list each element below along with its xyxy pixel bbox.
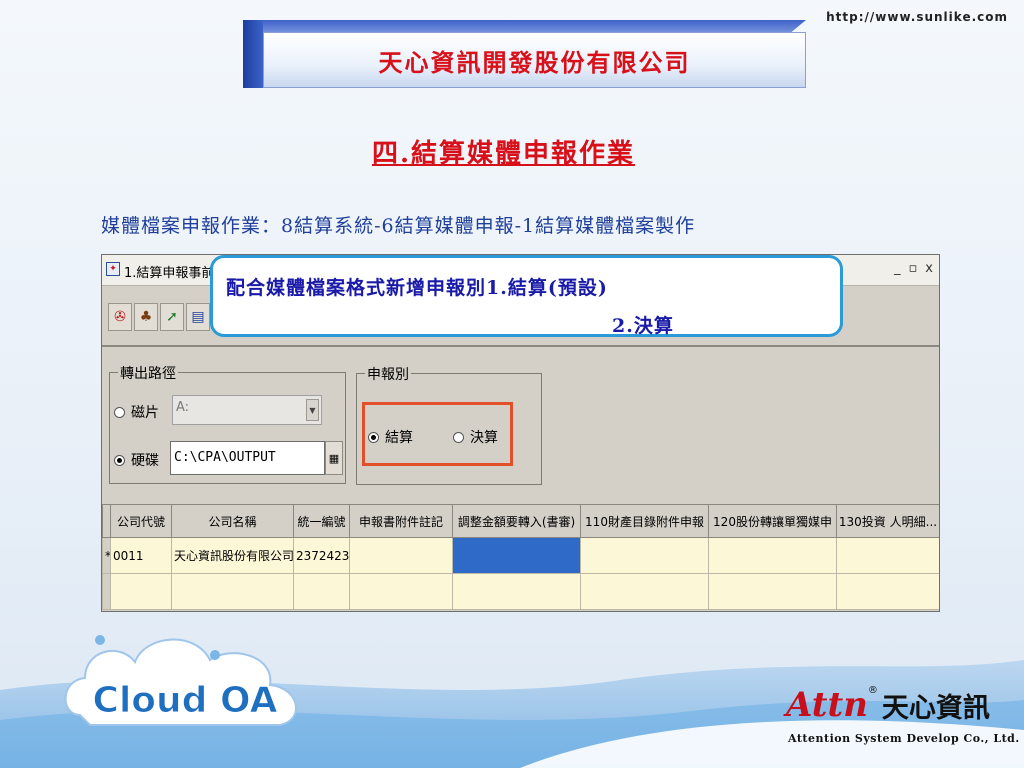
report-type-highlight — [362, 402, 513, 466]
satellite-icon — [95, 635, 105, 645]
website-url: http://www.sunlike.com — [826, 10, 1008, 24]
minimize-icon[interactable]: _ — [894, 261, 901, 276]
disk-drive-select[interactable]: A: ▼ — [172, 395, 322, 425]
attn-logo: Attn — [786, 685, 868, 725]
table-cell[interactable] — [349, 537, 453, 574]
logo-text: Cloud OA — [93, 680, 278, 721]
report-type-label: 申報別 — [365, 364, 411, 384]
column-header[interactable]: 公司名稱 — [171, 504, 294, 538]
app-icon: ✦ — [106, 262, 120, 276]
hard-disk-radio[interactable] — [114, 454, 125, 466]
exit-icon[interactable]: ✇ — [108, 303, 132, 331]
run-icon[interactable]: ➚ — [160, 303, 184, 331]
company-banner: 天心資訊開發股份有限公司 — [243, 20, 806, 88]
company-name: 天心資訊開發股份有限公司 — [378, 47, 691, 77]
table-row[interactable]: * 0011 天心資訊股份有限公司 23724230 — [102, 537, 939, 574]
export-path-label: 轉出路徑 — [118, 363, 178, 383]
column-header[interactable]: 統一編號 — [293, 504, 350, 538]
tree-icon[interactable]: ♣ — [134, 303, 158, 331]
column-header[interactable]: 120股份轉讓單獨媒申 — [708, 504, 837, 538]
column-header[interactable]: 申報書附件註記 — [349, 504, 453, 538]
chevron-down-icon[interactable]: ▼ — [306, 399, 319, 421]
table-row[interactable] — [102, 573, 939, 610]
table-cell[interactable] — [836, 573, 939, 610]
maximize-icon[interactable]: ▫ — [908, 261, 917, 276]
row-marker — [102, 573, 111, 610]
hard-disk-option[interactable]: 硬碟 — [114, 450, 159, 470]
brand-name: 天心資訊 — [881, 692, 990, 724]
browse-folder-icon[interactable]: ▦ — [325, 441, 343, 475]
brand-english-name: Attention System Develop Co., Ltd. — [788, 732, 1020, 745]
menu-path: 媒體檔案申報作業：8結算系統-6結算媒體申報-1結算媒體檔案製作 — [101, 215, 696, 237]
tax-id-cell[interactable]: 23724230 — [293, 537, 350, 574]
company-brand: Attn ® 天心資訊 — [786, 685, 990, 725]
antenna-icon — [210, 650, 220, 660]
table-header-row: 公司代號 公司名稱 統一編號 申報書附件註記 調整金額要轉入(書審) 110財產… — [102, 504, 939, 538]
table-cell[interactable] — [708, 537, 837, 574]
table-cell[interactable] — [452, 573, 581, 610]
disk-option[interactable]: 磁片 — [114, 402, 159, 422]
row-marker: * — [102, 537, 111, 574]
table-cell[interactable] — [580, 537, 709, 574]
table-cell[interactable] — [708, 573, 837, 610]
disk-radio[interactable] — [114, 406, 125, 418]
table-cell[interactable] — [171, 573, 294, 610]
table-cell[interactable] — [836, 537, 939, 574]
company-table: 公司代號 公司名稱 統一編號 申報書附件註記 調整金額要轉入(書審) 110財產… — [102, 504, 939, 610]
selected-cell[interactable] — [452, 537, 581, 574]
section-title: 四.結算媒體申報作業 — [372, 139, 636, 169]
registered-icon: ® — [867, 685, 878, 696]
table-cell[interactable] — [293, 573, 350, 610]
table-cell[interactable] — [349, 573, 453, 610]
output-path-input[interactable]: C:\CPA\OUTPUT — [170, 441, 325, 475]
column-header[interactable]: 130投資 人明細... — [836, 504, 939, 538]
column-header[interactable]: 調整金額要轉入(書審) — [452, 504, 581, 538]
column-header[interactable]: 公司代號 — [110, 504, 172, 538]
cloud-oa-logo: Cloud OA — [64, 635, 297, 726]
callout-text-line2: 2.決算 — [612, 315, 674, 337]
printer-icon[interactable]: ▤ — [186, 303, 210, 331]
company-code-cell[interactable]: 0011 — [110, 537, 172, 574]
close-icon[interactable]: x — [925, 261, 933, 276]
callout-text-line1: 配合媒體檔案格式新增申報別1.結算(預設) — [226, 277, 608, 299]
column-header[interactable]: 110財產目錄附件申報 — [580, 504, 709, 538]
table-cell[interactable] — [580, 573, 709, 610]
company-name-cell[interactable]: 天心資訊股份有限公司 — [171, 537, 294, 574]
table-cell[interactable] — [110, 573, 172, 610]
